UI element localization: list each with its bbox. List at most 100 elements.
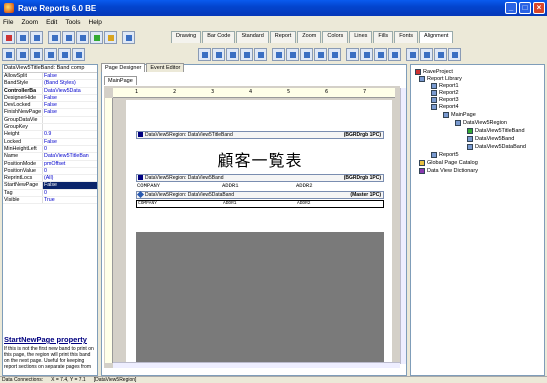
data-field-company[interactable]: COMPANY [138, 201, 157, 207]
property-row[interactable]: ReprintLocs (All) [3, 175, 97, 183]
align-tool-3[interactable] [226, 48, 239, 61]
property-value[interactable]: pmOffset [43, 161, 97, 167]
align-tool-4[interactable] [240, 48, 253, 61]
property-value[interactable]: 0.9 [43, 131, 97, 137]
tree-node[interactable]: Global Page Catalog [419, 160, 478, 166]
report-title-text[interactable]: 顧客一覧表 [136, 147, 384, 171]
align-right-button[interactable] [30, 48, 43, 61]
tab-alignment[interactable]: Alignment [418, 31, 454, 43]
property-value[interactable]: False [43, 139, 97, 145]
property-value[interactable]: False [43, 182, 97, 189]
align-tool-15[interactable] [406, 48, 419, 61]
align-middle-button[interactable] [58, 48, 71, 61]
property-value[interactable]: (All) [43, 175, 97, 181]
property-value[interactable]: True [43, 197, 97, 203]
align-tool-9[interactable] [314, 48, 327, 61]
align-tool-7[interactable] [286, 48, 299, 61]
menu-tools[interactable]: Tools [65, 19, 80, 26]
column-label-addr2[interactable]: ADDR2 [296, 182, 313, 189]
align-bottom-button[interactable] [72, 48, 85, 61]
align-tool-17[interactable] [434, 48, 447, 61]
tree-node[interactable]: MainPage [443, 112, 476, 118]
report-page[interactable]: DataView5Region: DataView5TitleBand (BGR… [126, 100, 392, 363]
save-button[interactable] [30, 31, 43, 44]
align-tool-11[interactable] [346, 48, 359, 61]
close-button[interactable]: × [533, 2, 545, 14]
property-row[interactable]: Tag 0 [3, 189, 97, 198]
tab-fills[interactable]: Fills [373, 31, 394, 43]
tree-node[interactable]: Report4 [431, 104, 459, 110]
align-tool-18[interactable] [448, 48, 461, 61]
tab-colors[interactable]: Colors [322, 31, 349, 43]
tab-drawing[interactable]: Drawing [171, 31, 202, 43]
tab-zoom[interactable]: Zoom [297, 31, 322, 43]
new-data-object-button[interactable] [76, 31, 89, 44]
property-value[interactable]: 0 [43, 168, 97, 174]
property-row[interactable]: DesignerHide False [3, 94, 97, 103]
property-value[interactable]: False [43, 109, 97, 115]
property-row[interactable]: StartNewPage False [3, 182, 97, 190]
tree-node[interactable]: Report2 [431, 90, 459, 96]
property-row[interactable]: Locked False [3, 138, 97, 146]
title-band[interactable]: DataView5Region: DataView5TitleBand (BGR… [136, 131, 384, 139]
align-top-button[interactable] [44, 48, 57, 61]
new-report-button[interactable] [48, 31, 61, 44]
tab-event-editor[interactable]: Event Editor [146, 63, 185, 72]
tab-fonts[interactable]: Fonts [394, 31, 418, 43]
tree-node[interactable]: DataView5TitleBand [467, 128, 525, 134]
align-left-button[interactable] [2, 48, 15, 61]
property-value[interactable] [43, 117, 97, 123]
property-value[interactable]: False [43, 102, 97, 108]
align-tool-5[interactable] [254, 48, 267, 61]
tab-page-designer[interactable]: Page Designer [101, 63, 146, 72]
tree-node[interactable]: Report5 [431, 152, 459, 158]
property-row[interactable]: DevLocked False [3, 102, 97, 110]
tree-node[interactable]: Data View Dictionary [419, 168, 478, 174]
tree-node[interactable]: DataView5Band [467, 136, 514, 142]
new-project-button[interactable] [2, 31, 15, 44]
preview-button[interactable] [104, 31, 117, 44]
new-page-button[interactable] [62, 31, 75, 44]
property-row[interactable]: AllowSplit False [3, 73, 97, 81]
property-row[interactable]: Height 0.9 [3, 131, 97, 139]
property-value[interactable]: False [43, 73, 97, 79]
align-tool-1[interactable] [198, 48, 211, 61]
maximize-button[interactable]: □ [519, 2, 531, 14]
menu-edit[interactable]: Edit [46, 19, 57, 26]
property-value[interactable]: 0 [43, 190, 97, 196]
property-value[interactable] [43, 124, 97, 130]
open-button[interactable] [16, 31, 29, 44]
align-tool-10[interactable] [328, 48, 341, 61]
horizontal-scrollbar[interactable] [113, 362, 400, 368]
align-tool-8[interactable] [300, 48, 313, 61]
property-row[interactable]: FinishNewPage False [3, 109, 97, 117]
align-center-button[interactable] [16, 48, 29, 61]
property-value[interactable]: DataView5Data [43, 88, 97, 94]
column-band[interactable]: DataView5Region: DataView5Band (BGRDrgb … [136, 174, 384, 182]
property-row[interactable]: MinHeightLeft 0 [3, 145, 97, 154]
property-row[interactable]: Visible True [3, 197, 97, 205]
align-tool-12[interactable] [360, 48, 373, 61]
property-value[interactable]: 0 [43, 146, 97, 152]
data-field-addr2[interactable]: ADDR2 [297, 201, 311, 207]
tab-lines[interactable]: Lines [349, 31, 373, 43]
help-title[interactable]: StartNewPage property [4, 335, 97, 344]
property-row[interactable]: GroupDataVie [3, 116, 97, 125]
property-row[interactable]: Name DataView5TitleBan [3, 153, 97, 161]
property-row[interactable]: PositionValue 0 [3, 167, 97, 176]
column-label-addr1[interactable]: ADDR1 [222, 182, 239, 189]
menu-zoom[interactable]: Zoom [21, 19, 38, 26]
tab-bar-code[interactable]: Bar Code [202, 31, 236, 43]
align-tool-6[interactable] [272, 48, 285, 61]
menu-file[interactable]: File [3, 19, 13, 26]
execute-report-button[interactable] [90, 31, 103, 44]
tree-node[interactable]: RaveProject [415, 69, 453, 75]
tab-standard[interactable]: Standard [236, 31, 269, 43]
align-tool-2[interactable] [212, 48, 225, 61]
property-row[interactable]: ControllerBa DataView5Data [3, 87, 97, 95]
tree-node[interactable]: DataView5DataBand [467, 144, 526, 150]
tree-node[interactable]: Report3 [431, 97, 459, 103]
minimize-button[interactable]: _ [505, 2, 517, 14]
tree-node[interactable]: Report1 [431, 83, 459, 89]
property-row[interactable]: PositionMode pmOffset [3, 160, 97, 168]
